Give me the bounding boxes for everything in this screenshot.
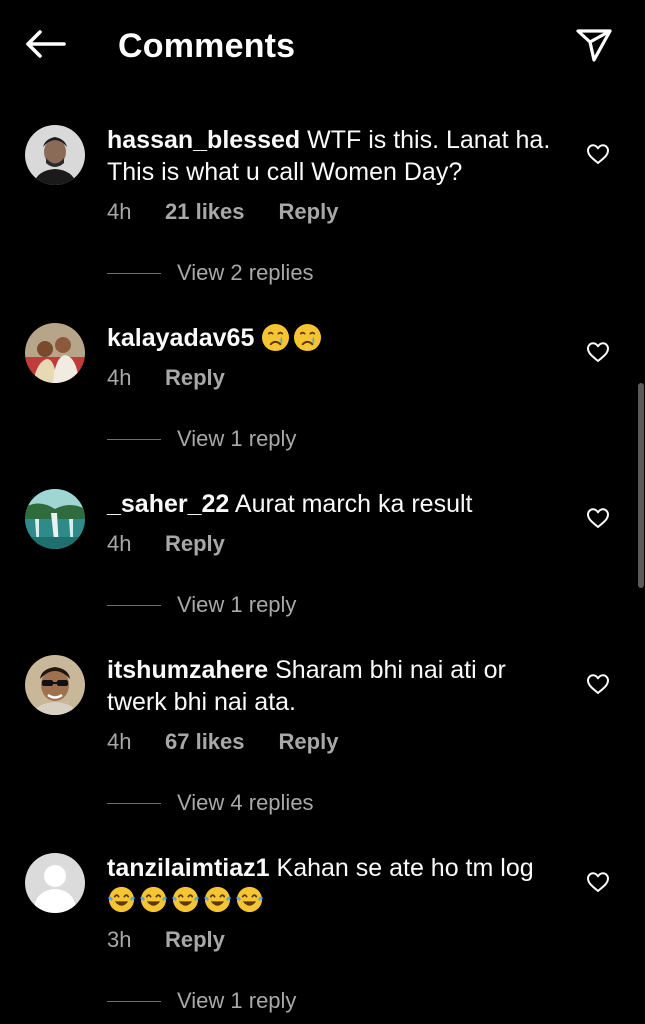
comment-time: 3h [107,927,132,952]
view-replies-label: View 1 reply [177,426,297,451]
comment-meta: 3h Reply [107,926,225,954]
comment-time: 4h [107,531,132,556]
reply-button[interactable]: Reply [279,728,339,756]
crying-face-emoji [262,323,290,352]
comment-username[interactable]: itshumzahere [107,656,268,684]
divider [107,1000,161,1002]
crying-face-emoji [294,323,322,352]
arrow-left-icon [26,30,66,58]
comment-meta: 4h Reply [107,530,225,558]
comment-username[interactable]: hassan_blessed [107,126,300,154]
view-replies-button[interactable]: View 2 replies [107,259,314,287]
divider [107,438,161,440]
divider [107,802,161,804]
avatar[interactable] [25,489,85,549]
view-replies-button[interactable]: View 4 replies [107,789,314,817]
avatar[interactable] [25,323,85,383]
tears-of-joy-emoji [203,886,232,913]
paper-plane-icon [576,29,612,62]
reply-button[interactable]: Reply [165,364,225,392]
view-replies-button[interactable]: View 1 reply [107,987,296,1015]
comment-text: kalayadav65 [107,322,567,354]
header-bar: Comments [0,0,645,92]
view-replies-label: View 2 replies [177,260,314,285]
reply-button[interactable]: Reply [279,198,339,226]
comment-username[interactable]: tanzilaimtiaz1 [107,854,270,882]
likes-count[interactable]: 21 likes [165,198,245,226]
back-button[interactable] [22,24,68,64]
comment-username[interactable]: _saher_22 [107,490,229,518]
tears-of-joy-emoji [139,886,168,913]
avatar[interactable] [25,125,85,185]
avatar[interactable] [25,655,85,715]
avatar[interactable] [25,853,85,913]
comment-username[interactable]: kalayadav65 [107,324,254,352]
view-replies-label: View 4 replies [177,790,314,815]
comment-text: tanzilaimtiaz1 Kahan se ate ho tm log [107,852,567,916]
view-replies-label: View 1 reply [177,592,297,617]
comment-text: _saher_22 Aurat march ka result [107,488,567,520]
reply-button[interactable]: Reply [165,530,225,558]
reply-button[interactable]: Reply [165,926,225,954]
view-replies-label: View 1 reply [177,988,297,1013]
comment-time: 4h [107,199,132,224]
view-replies-button[interactable]: View 1 reply [107,591,296,619]
share-button[interactable] [570,22,618,68]
scrollbar[interactable] [638,383,644,588]
comment-text: itshumzahere Sharam bhi nai ati or twerk… [107,654,567,718]
comment-body: Aurat march ka result [234,490,473,518]
heart-icon[interactable] [586,143,610,165]
heart-icon[interactable] [586,507,610,529]
comment-time: 4h [107,729,132,754]
tears-of-joy-emoji [107,886,136,913]
heart-icon[interactable] [586,673,610,695]
tears-of-joy-emoji [171,886,200,913]
view-replies-button[interactable]: View 1 reply [107,425,296,453]
likes-count[interactable]: 67 likes [165,728,245,756]
tears-of-joy-emoji [235,886,264,913]
comment-body: Kahan se ate ho tm log [276,854,534,882]
divider [107,604,161,606]
divider [107,272,161,274]
comment-meta: 4h 67 likes Reply [107,728,338,756]
comment-time: 4h [107,365,132,390]
heart-icon[interactable] [586,871,610,893]
comment-meta: 4h Reply [107,364,225,392]
comment-text: hassan_blessed WTF is this. Lanat ha. Th… [107,124,567,188]
page-title: Comments [118,27,296,65]
comment-meta: 4h 21 likes Reply [107,198,338,226]
heart-icon[interactable] [586,341,610,363]
